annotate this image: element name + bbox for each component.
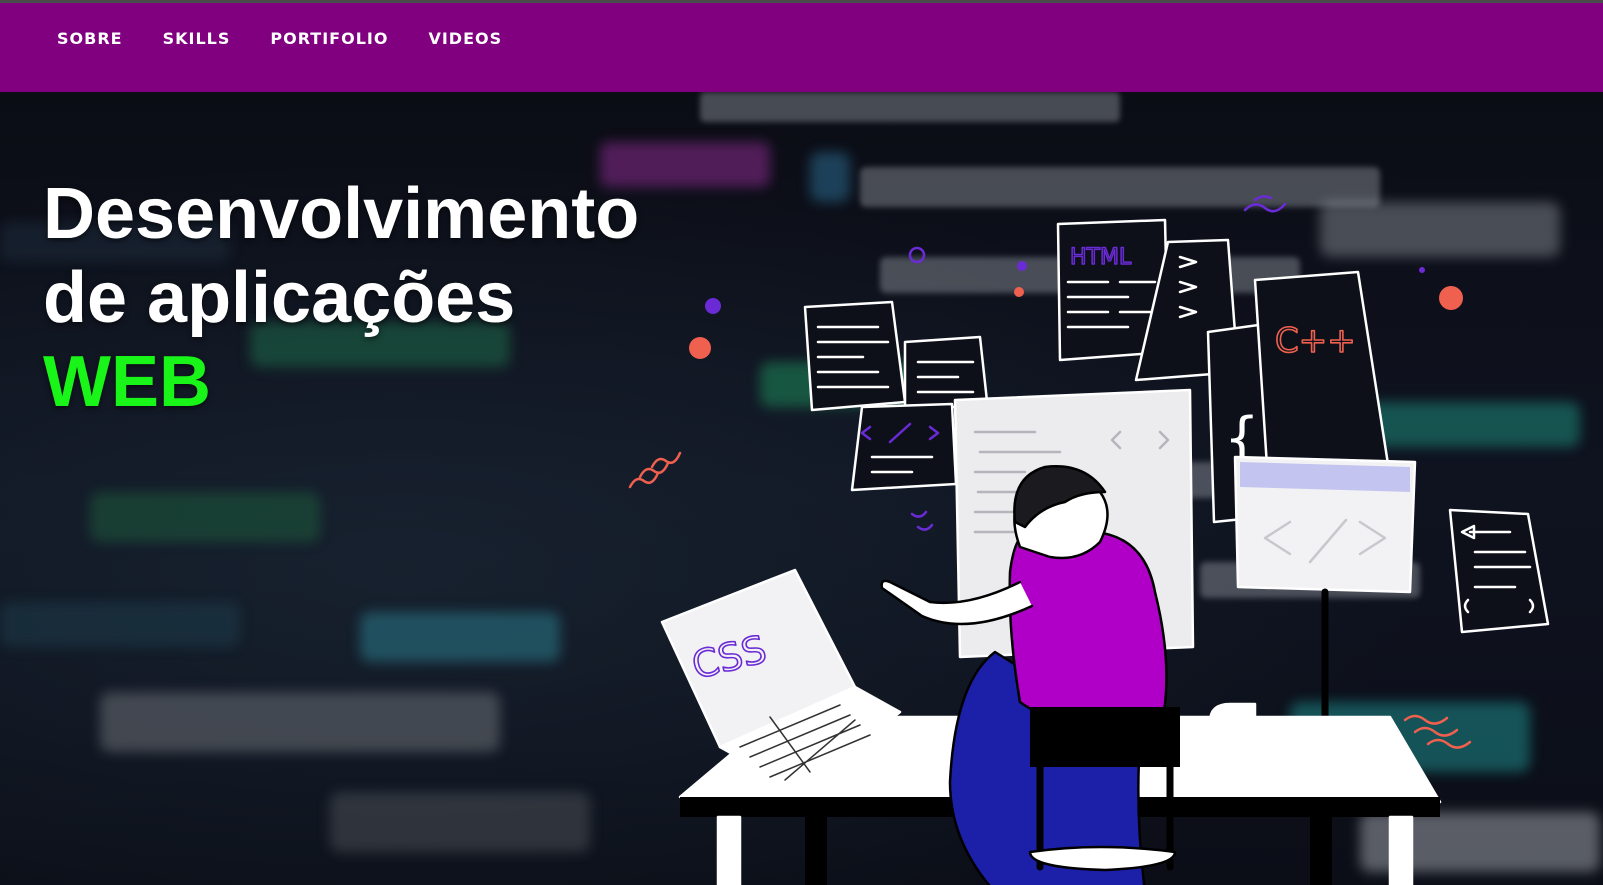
person-shirt [1008,530,1168,734]
cpp-label: C++ [1275,321,1356,361]
decor-dot [705,298,721,314]
decor-dot [1419,267,1425,273]
headline-line-3: WEB [43,342,211,422]
monitor-icon [1233,455,1417,726]
nav-link-portifolio[interactable]: PORTIFOLIO [270,29,388,49]
decor-squiggle [1243,195,1287,213]
decor-dot [689,337,711,359]
nav-link-skills[interactable]: SKILLS [163,29,231,49]
nav-item-portifolio: PORTIFOLIO [270,29,428,49]
code-document-3 [850,402,958,492]
top-navbar: SOBRE SKILLS PORTIFOLIO VIDEOS [0,3,1603,92]
nav-menu: SOBRE SKILLS PORTIFOLIO VIDEOS [57,29,542,49]
hero-headline: Desenvolvimento de aplicações WEB [43,172,639,424]
nav-item-skills: SKILLS [163,29,271,49]
decor-squiggle [628,451,682,489]
headline-line-1: Desenvolvimento [43,174,640,254]
nav-link-sobre[interactable]: SOBRE [57,29,123,49]
decor-squiggle [910,510,934,531]
decor-squiggle [1403,714,1472,749]
code-document-1 [803,300,907,412]
developer-illustration: HTML { C++ CSS [628,195,1550,885]
nav-item-videos: VIDEOS [428,29,542,49]
decor-dot [1014,287,1024,297]
html-label: HTML [1070,245,1132,270]
nav-link-videos[interactable]: VIDEOS [428,29,502,49]
cpp-document: C++ [1253,270,1392,484]
code-document-6 [1448,508,1550,634]
decor-dot [1017,261,1027,271]
headline-line-2: de aplicações [43,258,516,338]
decor-ring [908,246,926,264]
person-head [1013,465,1109,560]
decor-dot [1439,286,1463,310]
hero-section: Desenvolvimento de aplicações WEB HTML {… [0,92,1603,885]
nav-item-sobre: SOBRE [57,29,163,49]
